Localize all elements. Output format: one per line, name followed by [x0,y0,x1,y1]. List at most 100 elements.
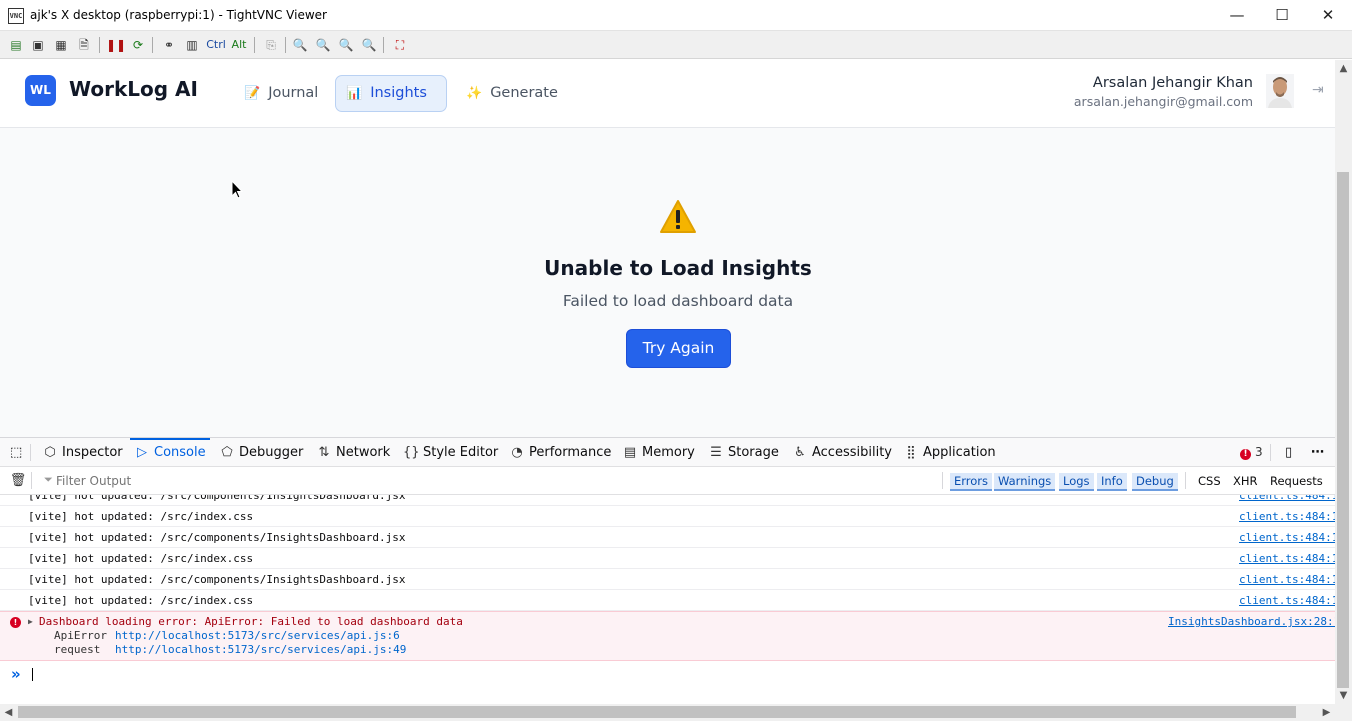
log-source-link[interactable]: client.ts:484:1 [1239,495,1335,506]
maximize-button[interactable]: ☐ [1259,0,1305,31]
accessibility-icon: ♿ [794,445,806,460]
pick-element-icon[interactable]: ⬚ [6,438,28,467]
application-icon: ⣿ [906,445,916,460]
tab-label: Network [336,445,391,460]
console-output[interactable]: [vite] hot updated: /src/components/Insi… [0,495,1335,663]
filter-warnings[interactable]: Warnings [994,473,1056,491]
tab-label: Memory [642,445,695,460]
zoom-in-icon[interactable]: 🔍 [291,36,309,54]
warning-icon [660,200,696,233]
filter-css[interactable]: CSS [1194,473,1225,491]
log-source-link[interactable]: client.ts:484:1 [1239,569,1335,590]
clipboard-icon[interactable]: ⎘ [262,36,280,54]
vertical-scrollbar-thumb[interactable] [1337,172,1349,688]
filter-errors[interactable]: Errors [950,473,993,491]
console-line[interactable]: [vite] hot updated: /src/index.css clien… [0,590,1335,611]
stack-link[interactable]: http://localhost:5173/src/services/api.j… [115,629,400,642]
console-line[interactable]: [vite] hot updated: /src/index.css clien… [0,506,1335,527]
nav-label: Generate [490,85,558,101]
filter-info[interactable]: Info [1097,473,1127,491]
app-header: WL WorkLog AI 📝 Journal 📊 Insights ✨ Genera… [0,60,1335,128]
tab-application[interactable]: ⣿ Application [899,438,1000,467]
tab-debugger[interactable]: ⬠ Debugger [215,438,307,467]
save-icon[interactable]: ▣ [29,36,47,54]
try-again-button[interactable]: Try Again [626,329,731,368]
tab-label: Performance [529,445,612,460]
refresh-icon[interactable]: ⟳ [129,36,147,54]
toolbar-divider [1185,472,1186,489]
tab-label: Console [154,445,206,460]
scroll-right-arrow-icon[interactable]: ▶ [1318,704,1335,721]
performance-icon: ◔ [511,445,523,460]
fullscreen-icon[interactable]: ⛶ [391,36,409,54]
bar-chart-icon: 📊 [346,86,363,101]
toolbar-divider [383,37,384,53]
stack-fn: request [54,643,101,656]
tab-storage[interactable]: ☰ Storage [704,438,783,467]
scroll-up-arrow-icon[interactable]: ▲ [1335,60,1352,77]
nav-insights[interactable]: 📊 Insights [335,75,447,112]
tab-inspector[interactable]: ⬡ Inspector [38,438,127,467]
expand-triangle-icon[interactable]: ▶ [28,617,33,626]
tab-accessibility[interactable]: ♿ Accessibility [788,438,896,467]
scroll-left-arrow-icon[interactable]: ◀ [0,704,17,721]
tab-console[interactable]: ▷ Console [130,438,210,467]
close-button[interactable]: ✕ [1305,0,1351,31]
dock-toggle-icon[interactable]: ▯ [1281,438,1301,467]
zoom-auto-icon[interactable]: 🔍 [360,36,378,54]
more-options-icon[interactable]: ⋯ [1307,438,1327,467]
error-source-link[interactable]: InsightsDashboard.jsx:28:1 [1168,615,1335,628]
ctrl-esc-icon[interactable]: ▥ [183,36,201,54]
brand-name[interactable]: WorkLog AI [69,77,198,101]
alt-key-button[interactable]: Alt [230,36,248,54]
toolbar-divider [31,472,32,489]
ctrl-alt-del-icon[interactable]: ⚭ [160,36,178,54]
log-source-link[interactable]: client.ts:484:1 [1239,590,1335,611]
avatar[interactable] [1266,74,1294,108]
stack-link[interactable]: http://localhost:5173/src/services/api.j… [115,643,406,656]
tab-style-editor[interactable]: {} Style Editor [399,438,502,467]
nav-generate[interactable]: ✨ Generate [455,75,569,112]
console-error-entry[interactable]: ! ▶ Dashboard loading error: ApiError: F… [0,611,1335,661]
logout-icon[interactable]: ⇥ [1312,82,1328,98]
console-line[interactable]: [vite] hot updated: /src/components/Insi… [0,527,1335,548]
log-source-link[interactable]: client.ts:484:1 [1239,548,1335,569]
connection-info-icon[interactable]: 🗎 [75,36,93,54]
zoom-out-icon[interactable]: 🔍 [314,36,332,54]
network-icon: ⇅ [318,445,330,460]
console-line[interactable]: [vite] hot updated: /src/components/Insi… [0,495,1335,506]
vnc-toolbar: ▤ ▣ ▦ 🗎 ❚❚ ⟳ ⚭ ▥ Ctrl Alt ⎘ 🔍 🔍 🔍 🔍 ⛶ [0,31,1352,59]
prompt-chevron-icon: » [11,665,21,683]
filter-logs[interactable]: Logs [1059,473,1094,491]
minimize-button[interactable]: — [1214,0,1260,31]
tab-performance[interactable]: ◔ Performance [505,438,615,467]
tab-network[interactable]: ⇅ Network [312,438,394,467]
window-titlebar[interactable]: VNC ajk's X desktop (raspberrypi:1) - Ti… [0,0,1352,31]
filter-xhr[interactable]: XHR [1229,473,1262,491]
trash-icon[interactable]: 🗑 [9,472,27,490]
scroll-down-arrow-icon[interactable]: ▼ [1335,687,1352,704]
log-text: [vite] hot updated: /src/components/Insi… [28,531,406,544]
console-input[interactable]: » [0,663,1335,685]
new-connection-icon[interactable]: ▤ [7,36,25,54]
options-icon[interactable]: ▦ [52,36,70,54]
console-line[interactable]: [vite] hot updated: /src/index.css clien… [0,548,1335,569]
log-source-link[interactable]: client.ts:484:1 [1239,506,1335,527]
log-text: [vite] hot updated: /src/index.css [28,510,254,523]
logo-badge[interactable]: WL [25,75,56,106]
filter-requests[interactable]: Requests [1266,473,1327,491]
zoom-100-icon[interactable]: 🔍 [337,36,355,54]
tab-memory[interactable]: ▤ Memory [618,438,699,467]
horizontal-scrollbar-thumb[interactable] [18,706,1296,718]
filter-debug[interactable]: Debug [1132,473,1178,491]
window-title: ajk's X desktop (raspberrypi:1) - TightV… [30,8,327,22]
console-line[interactable]: [vite] hot updated: /src/components/Insi… [0,569,1335,590]
filter-output-input[interactable] [36,467,836,494]
inspector-icon: ⬡ [44,445,56,460]
error-count: 3 [1255,445,1263,459]
log-source-link[interactable]: client.ts:484:1 [1239,527,1335,548]
pause-icon[interactable]: ❚❚ [106,36,126,54]
ctrl-key-button[interactable]: Ctrl [204,36,228,54]
error-count-badge[interactable]: ! 3 [1240,445,1263,460]
nav-journal[interactable]: 📝 Journal [233,75,329,112]
